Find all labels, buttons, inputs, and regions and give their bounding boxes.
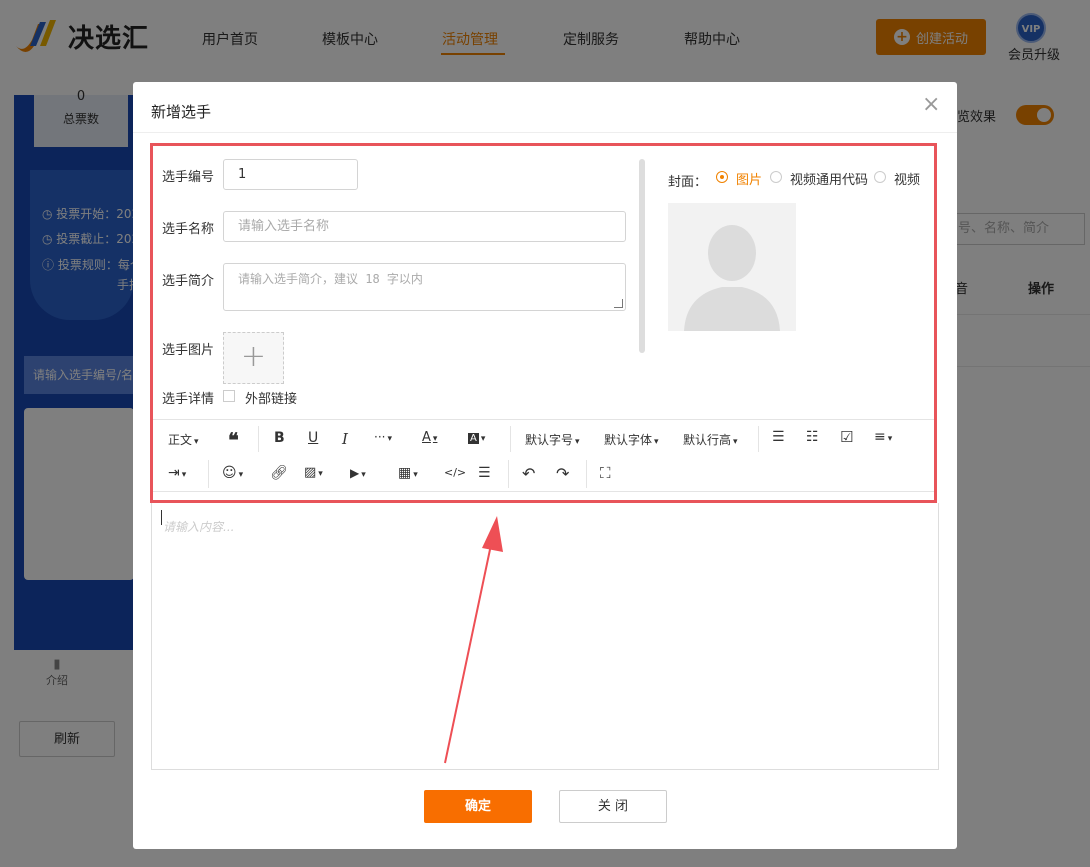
annotation-arrow-icon — [444, 516, 503, 764]
close-button[interactable]: 关 闭 — [559, 790, 667, 823]
confirm-button[interactable]: 确定 — [424, 790, 532, 823]
